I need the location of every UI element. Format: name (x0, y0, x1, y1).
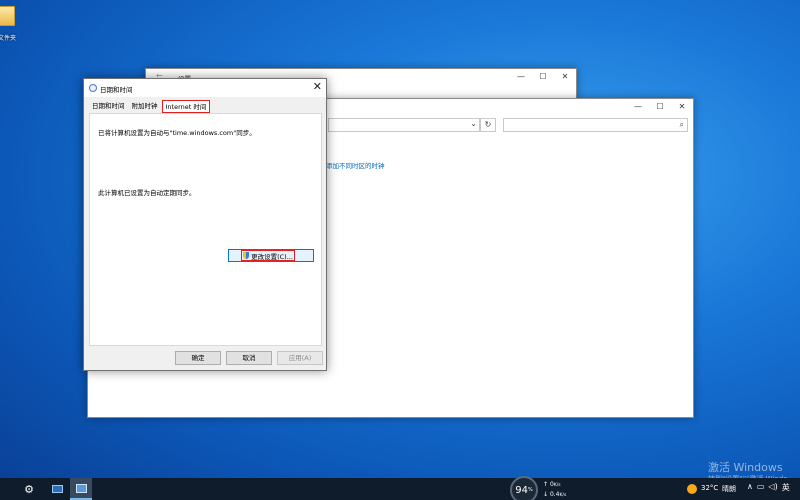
taskbar-active-app-icon[interactable] (70, 478, 92, 500)
periodic-sync-text: 此计算机已设置为自动定期同步。 (98, 189, 196, 197)
maximize-icon[interactable]: ☐ (532, 69, 554, 83)
minimize-icon[interactable]: — (510, 69, 532, 83)
minimize-icon[interactable]: — (627, 99, 649, 113)
gauge-unit: % (527, 487, 533, 493)
date-time-dialog[interactable]: 日期和时间 ✕ 日期和时间 附加时钟 Internet 时间 已将计算机设置为自… (83, 78, 327, 371)
ok-button[interactable]: 确定 (175, 351, 221, 365)
uac-shield-icon (243, 252, 250, 259)
tray-chevron-icon[interactable]: ∧ (747, 482, 753, 493)
upload-arrow-icon: ↑ (543, 481, 549, 488)
chevron-down-icon[interactable]: ⌄ (470, 119, 477, 128)
system-tray: ∧ ▭ ◁) 英 (747, 482, 790, 493)
weather-temperature[interactable]: 32°C (701, 484, 718, 492)
dialog-titlebar: 日期和时间 ✕ (84, 79, 326, 97)
close-icon[interactable]: ✕ (671, 99, 693, 113)
close-icon[interactable]: ✕ (313, 80, 322, 93)
apply-button[interactable]: 应用(A) (277, 351, 323, 365)
taskbar-app-icon[interactable] (46, 478, 68, 500)
tab-additional-clocks[interactable]: 附加时钟 (129, 100, 161, 113)
clock-icon (89, 84, 97, 92)
download-arrow-icon: ↓ (543, 491, 549, 498)
add-clocks-link[interactable]: 添加不同时区的时钟 (326, 160, 385, 170)
desktop-icon-label: 文件夹 (0, 35, 16, 42)
memory-gauge[interactable]: 94% (510, 476, 538, 500)
cancel-button[interactable]: 取消 (226, 351, 272, 365)
search-icon: ⌕ (679, 120, 684, 129)
activation-watermark-title: 激活 Windows (708, 461, 783, 474)
close-icon[interactable]: ✕ (554, 69, 576, 83)
taskbar-left-edge (0, 478, 8, 500)
change-settings-button[interactable]: 更改设置(C)... (228, 249, 314, 262)
volume-icon[interactable]: ◁) (768, 482, 777, 493)
gauge-value: 94 (515, 484, 528, 496)
settings-gear-icon[interactable]: ⚙ (18, 478, 40, 500)
internet-time-panel: 已将计算机设置为自动与"time.windows.com"同步。 此计算机已设置… (89, 113, 322, 346)
sync-status-text: 已将计算机设置为自动与"time.windows.com"同步。 (98, 129, 256, 137)
network-icon[interactable]: ▭ (757, 482, 765, 493)
net-upload-speed: ↑ 0K/s (543, 481, 561, 488)
maximize-icon[interactable]: ☐ (649, 99, 671, 113)
tab-date-and-time[interactable]: 日期和时间 (89, 100, 128, 113)
change-settings-label: 更改设置(C)... (251, 252, 293, 261)
net-download-speed: ↓ 0.4K/s (543, 491, 567, 498)
desktop-folder-icon[interactable]: 文件夹 (0, 4, 20, 48)
address-bar[interactable]: ⌄ (328, 118, 480, 132)
weather-condition[interactable]: 晴朗 (722, 484, 736, 494)
input-language[interactable]: 英 (782, 482, 790, 493)
search-input[interactable]: ⌕ (503, 118, 688, 132)
dialog-title: 日期和时间 (100, 86, 133, 94)
taskbar: ⚙ (0, 478, 800, 500)
tab-internet-time[interactable]: Internet 时间 (161, 100, 211, 113)
refresh-button[interactable]: ↻ (480, 118, 496, 132)
weather-sun-icon[interactable] (687, 484, 697, 494)
folder-icon (0, 6, 15, 26)
dialog-tabs: 日期和时间 附加时钟 Internet 时间 (89, 100, 211, 113)
change-settings-highlight: 更改设置(C)... (241, 250, 295, 261)
